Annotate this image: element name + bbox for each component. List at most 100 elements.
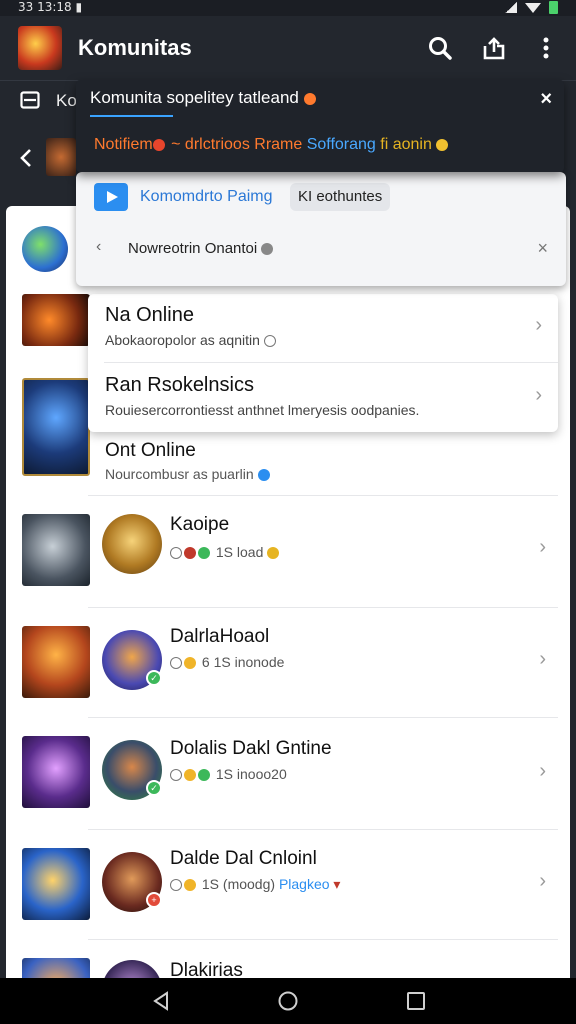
share-icon — [483, 37, 505, 60]
list-item-meta: 1S (moodg) Plagkeo ▾ — [170, 876, 340, 893]
list-item-name: Ont Online — [105, 440, 196, 461]
list-item-name: Dlakirias — [170, 960, 243, 978]
community-thumbnail — [46, 138, 76, 176]
reaction-icon — [184, 547, 196, 560]
coin-icon — [184, 879, 196, 892]
chevron-right-icon: › — [539, 536, 546, 558]
list-item-meta: Nourcombusr as puarlin — [105, 466, 272, 482]
reaction-icon — [198, 547, 210, 560]
status-bar: 33 13:18 ▮ — [0, 0, 576, 16]
clock-icon — [170, 657, 182, 670]
menu-item-subtitle: Abokaoropolor as aqnitin — [105, 332, 278, 348]
list-item-name: Dolalis Dakl Gntine — [170, 738, 332, 759]
menu-item[interactable]: Ran Rsokelnsics Rouiesercorrontiesst ant… — [88, 364, 558, 432]
popup-notification[interactable]: Notifiem ~ drlctrioos Rrame Sofforang fi… — [94, 136, 450, 154]
list-item-meta-text: Nourcombusr as puarlin — [105, 466, 254, 482]
list-item[interactable]: Ont Online Nourcombusr as puarlin — [88, 430, 558, 496]
game-thumbnail — [22, 294, 90, 346]
divider — [104, 362, 558, 363]
tab-indicator — [90, 115, 173, 117]
divider — [88, 495, 558, 496]
chevron-right-icon: › — [539, 648, 546, 670]
notification-text: Notifiem — [94, 136, 153, 153]
share-button[interactable] — [480, 34, 508, 62]
recents-square-icon — [407, 992, 425, 1010]
chevron-right-icon: › — [539, 870, 546, 892]
game-thumbnail — [22, 958, 90, 978]
flame-icon: ▾ — [333, 876, 341, 892]
list-item-name: Kaoipe — [170, 514, 230, 535]
avatar — [102, 514, 162, 574]
coin-icon — [267, 547, 280, 560]
game-thumbnail — [22, 848, 90, 920]
sub-toolbar-label: Ko — [56, 91, 77, 110]
back-arrow-icon[interactable] — [18, 148, 34, 168]
popup-title-text: Komunita sopelitey tatleand — [90, 88, 299, 107]
system-nav-bar — [0, 978, 576, 1024]
close-icon[interactable]: × — [540, 88, 552, 111]
info-icon — [257, 469, 270, 482]
close-icon[interactable]: × — [537, 238, 548, 259]
nav-home-button[interactable] — [277, 990, 299, 1012]
back-triangle-icon — [153, 991, 168, 1011]
popup-title: Komunita sopelitey tatleand — [90, 88, 318, 108]
nav-recents-button[interactable] — [405, 990, 427, 1012]
game-thumbnail — [22, 378, 90, 476]
menu-item-subtitle: Rouiesercorrontiesst anthnet lmeryesis o… — [105, 402, 420, 418]
avatar — [102, 960, 162, 978]
chevron-right-icon: › — [535, 314, 542, 336]
game-thumbnail — [22, 736, 90, 808]
list-item-name: DalrlaHoaol — [170, 626, 270, 647]
online-badge: ✓ — [146, 780, 162, 796]
clock-icon — [170, 879, 182, 892]
list-item[interactable]: Kaoipe 1S load › — [88, 498, 558, 608]
status-icons — [505, 1, 558, 14]
search-icon — [429, 37, 452, 60]
flame-icon — [303, 92, 316, 105]
home-circle-icon — [278, 991, 298, 1011]
divider — [88, 939, 558, 940]
notification-text: fi aonin — [375, 136, 432, 153]
game-thumbnail — [22, 514, 90, 586]
coin-icon — [184, 769, 196, 782]
clock-icon — [170, 547, 182, 560]
card-chip[interactable]: KI eothuntes — [290, 183, 391, 211]
list-item-meta: 1S load — [170, 544, 281, 560]
list-item-name: Dalde Dal Cnloinl — [170, 848, 317, 869]
list-item-tag: Plagkeo — [278, 876, 330, 892]
emoji-icon — [152, 138, 165, 151]
chevron-right-icon: › — [535, 384, 542, 406]
menu-item-title: Na Online — [105, 304, 194, 326]
list-item-meta-text: 6 1S inonode — [201, 654, 285, 670]
app-title: Komunitas — [78, 35, 192, 60]
reaction-icon — [198, 769, 210, 782]
star-icon — [184, 657, 196, 670]
list-item-meta: 6 1S inonode — [170, 654, 284, 670]
card-subtitle: Nowreotrin Onantoi — [128, 240, 275, 257]
play-icon[interactable] — [94, 183, 128, 211]
collapse-icon[interactable]: ‹ — [96, 238, 101, 256]
list-item[interactable]: ✓ Dolalis Dakl Gntine 1S inooo20 › — [88, 720, 558, 830]
info-icon — [263, 335, 276, 348]
divider — [88, 717, 558, 718]
online-badge: ✓ — [146, 670, 162, 686]
search-button[interactable] — [426, 34, 454, 62]
list-icon[interactable] — [20, 91, 40, 109]
clock-icon — [170, 769, 182, 782]
menu-item[interactable]: Na Online Abokaoropolor as aqnitin › — [88, 294, 558, 362]
list-item[interactable]: Dlakirias — [88, 942, 558, 978]
list-item[interactable]: ✓ DalrlaHoaol 6 1S inonode › — [88, 608, 558, 718]
status-time: 33 13:18 ▮ — [18, 0, 83, 14]
online-status-menu: Na Online Abokaoropolor as aqnitin › Ran… — [88, 294, 558, 432]
list-item-meta-text: 1S (moodg) — [201, 876, 276, 892]
community-avatar — [22, 226, 68, 272]
more-vert-icon — [543, 37, 549, 59]
status-icon — [261, 243, 274, 256]
notification-text: Sofforang — [306, 136, 376, 153]
list-item[interactable]: + Dalde Dal Cnloinl 1S (moodg) Plagkeo ▾… — [88, 830, 558, 940]
smile-emoji-icon — [436, 138, 449, 151]
nav-back-button[interactable] — [150, 990, 172, 1012]
battery-icon — [549, 1, 558, 14]
more-options-button[interactable] — [532, 34, 560, 62]
card-title[interactable]: Komomdrto Paimg — [140, 188, 273, 206]
